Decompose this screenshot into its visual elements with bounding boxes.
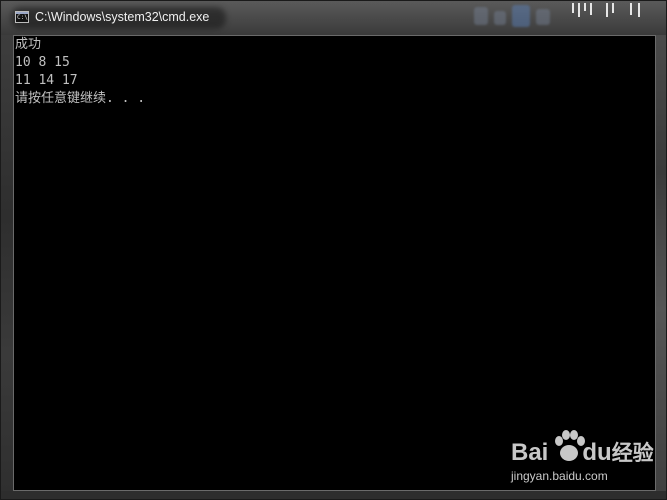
- console-line: 请按任意键继续. . .: [15, 91, 146, 106]
- blur-artifact: [572, 3, 574, 13]
- blur-artifact: [512, 5, 530, 27]
- cmd-app-icon-label: C:\: [17, 14, 28, 21]
- watermark-brand: Bai du经验: [511, 437, 654, 467]
- caption-buttons-blurred: [454, 1, 654, 31]
- watermark-url: jingyan.baidu.com: [511, 469, 608, 483]
- cmd-window: C:\ C:\Windows\system32\cmd.exe 成功 10 8 …: [0, 0, 667, 500]
- blur-artifact: [590, 3, 592, 15]
- blur-artifact: [584, 3, 586, 11]
- blur-artifact: [494, 11, 506, 25]
- blur-artifact: [630, 3, 632, 15]
- blur-artifact: [612, 3, 614, 13]
- cmd-app-icon[interactable]: C:\: [15, 11, 29, 23]
- console-line: 11 14 17: [15, 73, 78, 88]
- blur-artifact: [638, 3, 640, 17]
- console-line: 10 8 15: [15, 55, 70, 70]
- blur-artifact: [578, 3, 580, 17]
- window-title: C:\Windows\system32\cmd.exe: [35, 10, 210, 24]
- console-output-area[interactable]: 成功 10 8 15 11 14 17 请按任意键继续. . .: [13, 35, 656, 491]
- blur-artifact: [474, 7, 488, 25]
- watermark-brand-suffix: 经验: [611, 442, 654, 465]
- title-bar[interactable]: C:\ C:\Windows\system32\cmd.exe: [1, 1, 666, 35]
- watermark-brand-right: du: [582, 439, 612, 466]
- window-frame-right: [656, 35, 666, 491]
- console-line: 成功: [15, 37, 42, 52]
- window-frame-left: [1, 35, 13, 491]
- baidu-jingyan-watermark: Bai du经验 jingyan.baidu.com: [505, 427, 655, 491]
- watermark-brand-left: Bai: [511, 439, 549, 466]
- blur-artifact: [606, 3, 608, 17]
- blur-artifact: [536, 9, 550, 25]
